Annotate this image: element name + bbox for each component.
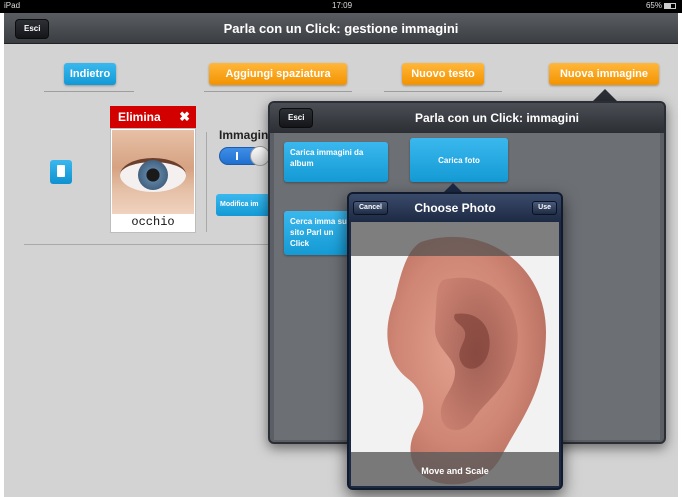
divider — [384, 91, 502, 92]
popover-arrow — [444, 183, 462, 192]
image-toggle[interactable] — [219, 146, 270, 166]
new-image-button[interactable]: Nuova immagine — [549, 63, 659, 85]
battery-icon — [664, 2, 676, 9]
toggle-on-mark — [236, 152, 238, 160]
image-caption: occhio — [131, 215, 175, 229]
popover-esc-button[interactable]: Esci — [279, 108, 314, 128]
battery-indicator: 65% — [646, 1, 676, 10]
divider — [44, 91, 134, 92]
ear-photo-icon — [387, 236, 546, 485]
divider — [204, 91, 352, 92]
choose-photo-popover: Cancel Choose Photo Use Move and Scale — [347, 192, 563, 490]
image-setting-label: Immagin — [219, 128, 269, 142]
delete-button[interactable]: Elimina ✖ — [110, 106, 196, 128]
crop-shade-top — [351, 222, 559, 256]
battery-percent: 65% — [645, 1, 662, 10]
device-label: iPad — [4, 1, 21, 10]
eye-photo-icon — [112, 130, 194, 214]
back-button[interactable]: Indietro — [64, 63, 116, 85]
choose-photo-title: Choose Photo — [414, 201, 496, 215]
new-text-button[interactable]: Nuovo testo — [402, 63, 484, 85]
image-card[interactable]: occhio — [110, 128, 196, 233]
add-spacing-button[interactable]: Aggiungi spaziatura — [209, 63, 347, 85]
clock: 17:09 — [332, 1, 353, 10]
popover-title: Parla con un Click: immagini — [414, 111, 580, 125]
photo-crop-area[interactable]: Move and Scale — [351, 222, 559, 486]
scissors-icon: ✖ — [179, 109, 190, 124]
move-and-scale-label: Move and Scale — [421, 466, 489, 476]
popover-arrow — [593, 89, 617, 101]
images-popover-navbar: Esci Parla con un Click: immagini — [270, 103, 664, 133]
main-navbar: Esci Parla con un Click: gestione immagi… — [4, 13, 678, 44]
load-album-button[interactable]: Carica immagini da album — [284, 142, 388, 182]
document-icon[interactable] — [50, 160, 72, 184]
choose-photo-navbar: Cancel Choose Photo Use — [349, 194, 561, 222]
vertical-divider — [206, 132, 207, 232]
status-bar: iPad 17:09 65% — [0, 0, 682, 13]
delete-label: Elimina — [118, 110, 161, 124]
toggle-knob — [250, 146, 270, 166]
page-title: Parla con un Click: gestione immagini — [223, 21, 459, 36]
use-button[interactable]: Use — [532, 201, 557, 215]
search-site-button[interactable]: Cerca imma sul sito Parl un Click — [284, 211, 356, 255]
load-photo-button[interactable]: Carica foto — [410, 138, 508, 182]
